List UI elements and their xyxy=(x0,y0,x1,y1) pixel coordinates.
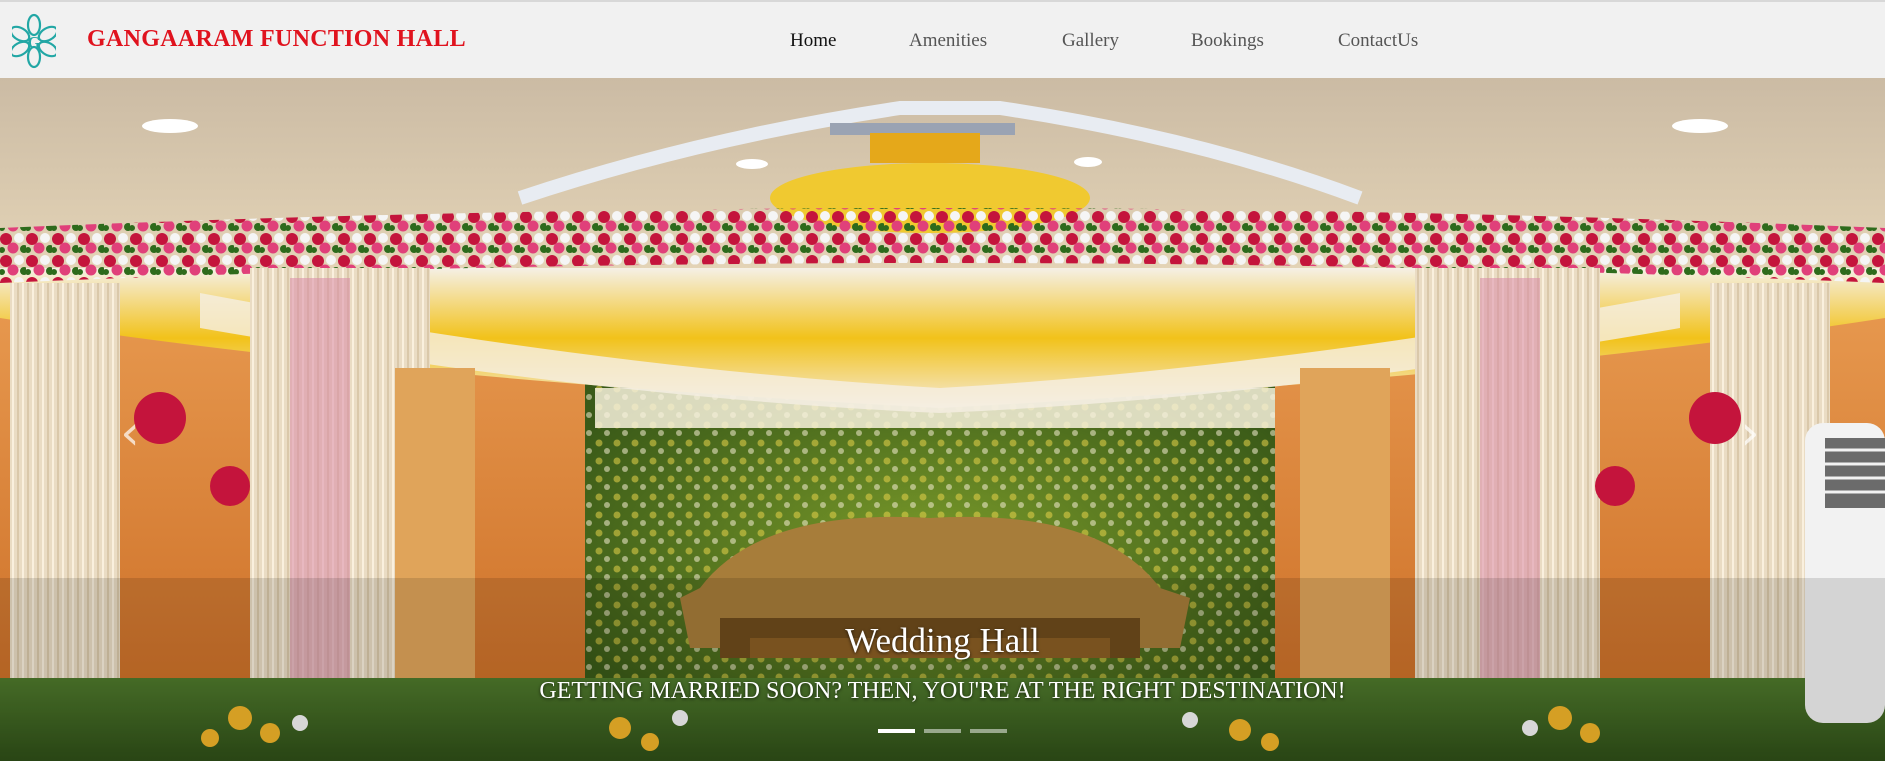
hero-carousel: ‹ › Wedding Hall GETTING MARRIED SOON? T… xyxy=(0,78,1885,761)
chevron-left-icon: ‹ xyxy=(120,405,140,461)
nav-contactus[interactable]: ContactUs xyxy=(1338,30,1418,52)
nav-bookings[interactable]: Bookings xyxy=(1191,30,1264,52)
navbar: G GANGAARAM FUNCTION HALL Home Amenities… xyxy=(0,0,1885,78)
carousel-indicator-1[interactable] xyxy=(878,729,915,733)
carousel-next-button[interactable]: › xyxy=(1730,398,1770,468)
carousel-indicator-2[interactable] xyxy=(924,729,961,733)
carousel-indicator-3[interactable] xyxy=(970,729,1007,733)
chevron-right-icon: › xyxy=(1740,405,1760,461)
carousel-prev-button[interactable]: ‹ xyxy=(110,398,150,468)
nav-gallery[interactable]: Gallery xyxy=(1062,30,1119,52)
nav-home[interactable]: Home xyxy=(790,30,836,52)
main-nav: Home Amenities Gallery Bookings ContactU… xyxy=(0,30,1885,56)
nav-amenities[interactable]: Amenities xyxy=(909,30,987,52)
slide-title: Wedding Hall xyxy=(845,621,1040,660)
slide-subtitle: GETTING MARRIED SOON? THEN, YOU'RE AT TH… xyxy=(539,678,1346,704)
